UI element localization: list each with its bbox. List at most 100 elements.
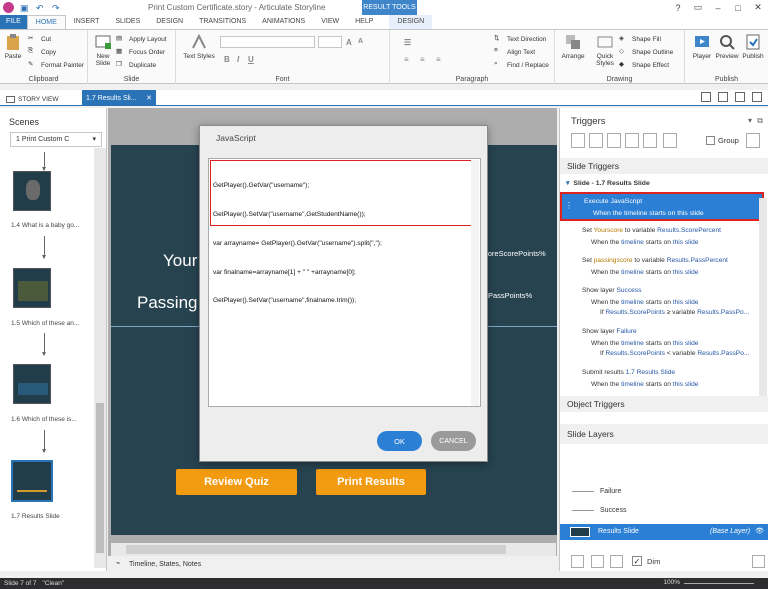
layer-success[interactable]: Success xyxy=(572,507,626,514)
zoom-slider[interactable] xyxy=(684,583,754,584)
move-trigger-icon[interactable] xyxy=(663,133,677,148)
score-points-text[interactable]: coreScorePoints% xyxy=(484,249,546,258)
eye-icon[interactable]: 👁 xyxy=(755,527,764,535)
slide-thumbnail-selected[interactable] xyxy=(11,460,53,502)
canvas-horizontal-scrollbar[interactable] xyxy=(111,543,556,556)
grow-font-icon[interactable]: A xyxy=(346,38,352,47)
preview-button[interactable]: Preview xyxy=(715,33,739,60)
shape-fill-button[interactable]: ◈ Shape Fill xyxy=(619,34,661,44)
tab-animations[interactable]: ANIMATIONS xyxy=(254,15,313,29)
your-score-text[interactable]: Your xyxy=(163,251,197,271)
tab-view[interactable]: VIEW xyxy=(313,15,347,29)
ok-button[interactable]: OK xyxy=(377,431,422,451)
slide-thumbnail[interactable] xyxy=(13,268,51,308)
story-view-tab[interactable]: STORY VIEW xyxy=(6,92,58,106)
publish-button[interactable]: Publish xyxy=(741,33,765,60)
delete-layer-icon[interactable] xyxy=(610,555,623,568)
align-left-icon[interactable]: ≡ xyxy=(404,55,409,64)
slide-caption[interactable]: 1.5 Which of these an... xyxy=(11,320,79,327)
shape-outline-button[interactable]: ◇ Shape Outline xyxy=(619,47,673,57)
help-icon[interactable]: ? xyxy=(668,0,688,15)
tab-help[interactable]: HELP xyxy=(347,15,381,29)
layer-failure[interactable]: Failure xyxy=(572,488,621,495)
fullscreen-icon[interactable] xyxy=(752,92,762,102)
timeline-bar[interactable]: ⌁ Timeline, States, Notes xyxy=(108,557,557,571)
new-slide-button[interactable]: New Slide xyxy=(91,33,115,67)
align-center-icon[interactable]: ≡ xyxy=(420,55,425,64)
pass-points-text[interactable]: PassPoints% xyxy=(488,291,532,300)
undo-icon[interactable]: ↶ xyxy=(36,3,46,13)
triggers-scrollbar[interactable] xyxy=(759,198,767,403)
arrange-button[interactable]: Arrange xyxy=(559,33,587,60)
float-icon[interactable] xyxy=(735,92,745,102)
layer-base[interactable]: Results Slide (Base Layer) 👁 xyxy=(560,524,768,540)
layout-view-icon[interactable] xyxy=(718,92,728,102)
trigger-submit-results[interactable]: Submit results 1.7 Results Slide xyxy=(582,369,675,376)
minimize-icon[interactable]: – xyxy=(708,0,728,15)
bold-icon[interactable]: B xyxy=(224,55,230,64)
scenes-scrollbar[interactable] xyxy=(94,148,106,568)
code-scrollbar[interactable] xyxy=(471,160,479,406)
expand-icon[interactable] xyxy=(746,133,760,148)
copy-button[interactable]: ⎘ Copy xyxy=(28,47,56,57)
shape-effect-button[interactable]: ◆ Shape Effect xyxy=(619,60,669,70)
new-trigger-icon[interactable] xyxy=(571,133,585,148)
new-layer-icon[interactable] xyxy=(571,555,584,568)
dim-checkbox[interactable]: ✓ xyxy=(632,556,642,566)
align-text-button[interactable]: ≡ Align Text xyxy=(494,47,535,57)
delete-trigger-icon[interactable] xyxy=(643,133,657,148)
trigger-set-yourscore[interactable]: Set Yourscore to variable Results.ScoreP… xyxy=(582,227,721,234)
apply-layout-button[interactable]: ▤ Apply Layout xyxy=(116,34,167,44)
font-size-select[interactable] xyxy=(318,36,342,48)
ribbon-display-icon[interactable]: ▭ xyxy=(688,0,708,15)
close-icon[interactable]: ✕ xyxy=(748,0,768,15)
quick-styles-button[interactable]: Quick Styles xyxy=(591,33,619,67)
tab-file[interactable]: FILE xyxy=(0,15,27,29)
print-results-button[interactable]: Print Results xyxy=(316,469,426,495)
float-panel-icon[interactable]: ⧉ xyxy=(757,116,763,126)
shrink-font-icon[interactable]: A xyxy=(358,38,363,45)
slide-caption[interactable]: 1.7 Results Slide xyxy=(11,513,60,520)
align-right-icon[interactable]: ≡ xyxy=(436,55,441,64)
layer-settings-icon[interactable] xyxy=(752,555,765,568)
close-tab-icon[interactable]: ✕ xyxy=(146,94,152,102)
edit-trigger-icon[interactable] xyxy=(589,133,603,148)
trigger-show-failure[interactable]: Show layer Failure xyxy=(582,328,637,335)
italic-icon[interactable]: I xyxy=(237,55,239,64)
tab-insert[interactable]: INSERT xyxy=(66,15,108,29)
text-direction-button[interactable]: ⇅ Text Direction xyxy=(494,34,546,44)
tab-slides[interactable]: SLIDES xyxy=(107,15,148,29)
slide-caption[interactable]: 1.6 Which of these is... xyxy=(11,416,77,423)
bullets-icon[interactable]: ☰ xyxy=(404,38,411,47)
redo-icon[interactable]: ↷ xyxy=(52,3,62,13)
maximize-icon[interactable]: □ xyxy=(728,0,748,15)
player-button[interactable]: Player xyxy=(691,33,713,60)
passing-score-text[interactable]: Passing xyxy=(137,293,197,313)
text-styles-button[interactable]: Text Styles xyxy=(182,33,216,60)
font-family-select[interactable] xyxy=(220,36,315,48)
tab-design[interactable]: DESIGN xyxy=(148,15,191,29)
trigger-show-success[interactable]: Show layer Success xyxy=(582,287,641,294)
slide-caption[interactable]: 1.4 What is a baby go... xyxy=(11,222,79,229)
cut-button[interactable]: ✂ Cut xyxy=(28,34,51,44)
cancel-button[interactable]: CANCEL xyxy=(431,431,476,451)
focus-order-button[interactable]: ▦ Focus Order xyxy=(116,47,165,57)
slide-triggers-subheader[interactable]: ▾ Slide - 1.7 Results Slide xyxy=(566,179,650,187)
duplicate-button[interactable]: ❐ Duplicate xyxy=(116,60,156,70)
find-replace-button[interactable]: ⌕ Find / Replace xyxy=(494,60,549,70)
slide-thumbnail[interactable] xyxy=(13,364,51,404)
save-icon[interactable]: ▣ xyxy=(20,3,30,13)
slide-thumbnail[interactable] xyxy=(13,171,51,211)
object-triggers-header[interactable]: Object Triggers xyxy=(560,396,768,412)
scene-select[interactable]: 1 Print Custom C ▾ xyxy=(10,132,102,147)
review-quiz-button[interactable]: Review Quiz xyxy=(176,469,297,495)
duplicate-layer-icon[interactable] xyxy=(591,555,604,568)
tab-result-design[interactable]: DESIGN xyxy=(389,15,433,29)
tab-transitions[interactable]: TRANSITIONS xyxy=(191,15,254,29)
pin-icon[interactable]: ▾ xyxy=(748,116,752,125)
trigger-set-passingscore[interactable]: Set passingscore to variable Results.Pas… xyxy=(582,257,728,264)
code-editor[interactable]: GetPlayer().GetVar("username"); GetPlaye… xyxy=(208,158,481,407)
slide-tab[interactable]: 1.7 Results Sli... ✕ xyxy=(82,90,156,106)
normal-view-icon[interactable] xyxy=(701,92,711,102)
paste-button[interactable]: Paste xyxy=(3,33,23,60)
